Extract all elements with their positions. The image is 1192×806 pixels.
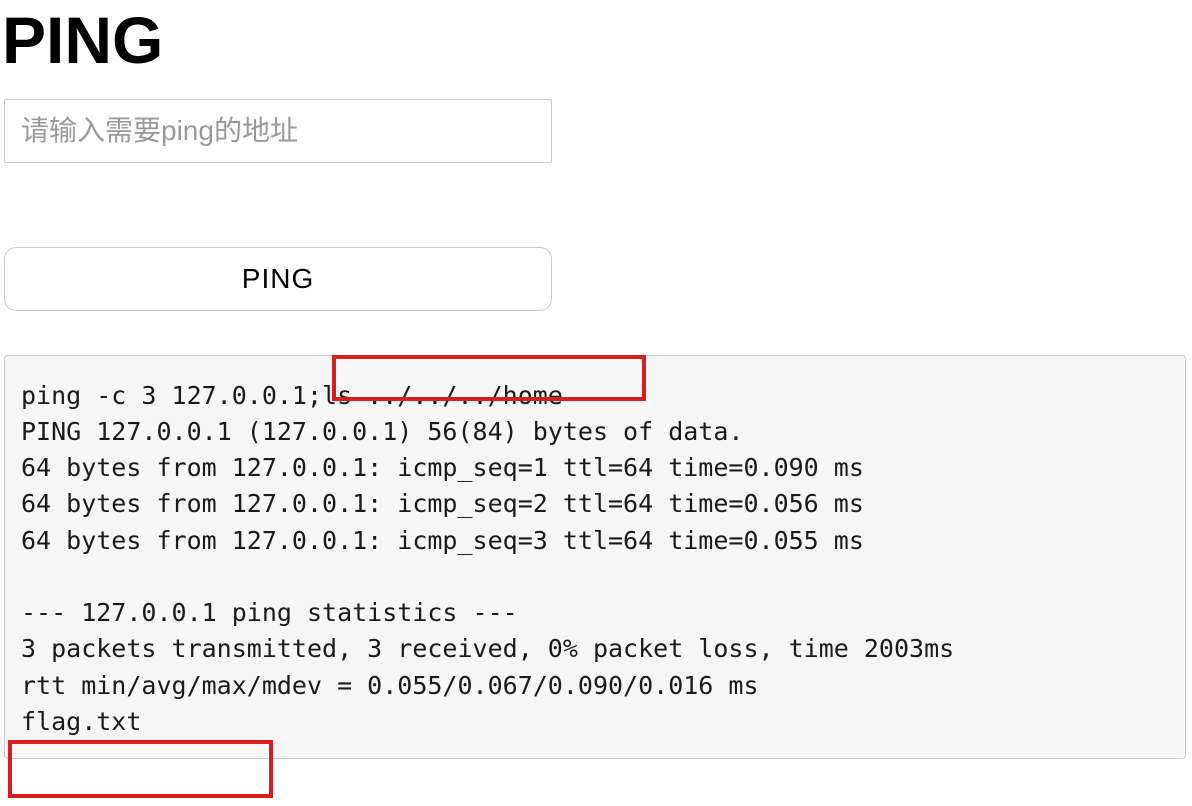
- command-output: ping -c 3 127.0.0.1;ls ../../../home PIN…: [4, 355, 1186, 760]
- output-wrap: ping -c 3 127.0.0.1;ls ../../../home PIN…: [4, 355, 1188, 760]
- address-input[interactable]: [4, 99, 552, 163]
- ping-button[interactable]: PING: [4, 247, 552, 311]
- ping-page: PING PING ping -c 3 127.0.0.1;ls ../../.…: [0, 0, 1192, 806]
- ping-button-wrap: PING: [4, 247, 1192, 311]
- address-input-wrap: [4, 99, 1192, 163]
- page-title: PING: [0, 0, 1192, 89]
